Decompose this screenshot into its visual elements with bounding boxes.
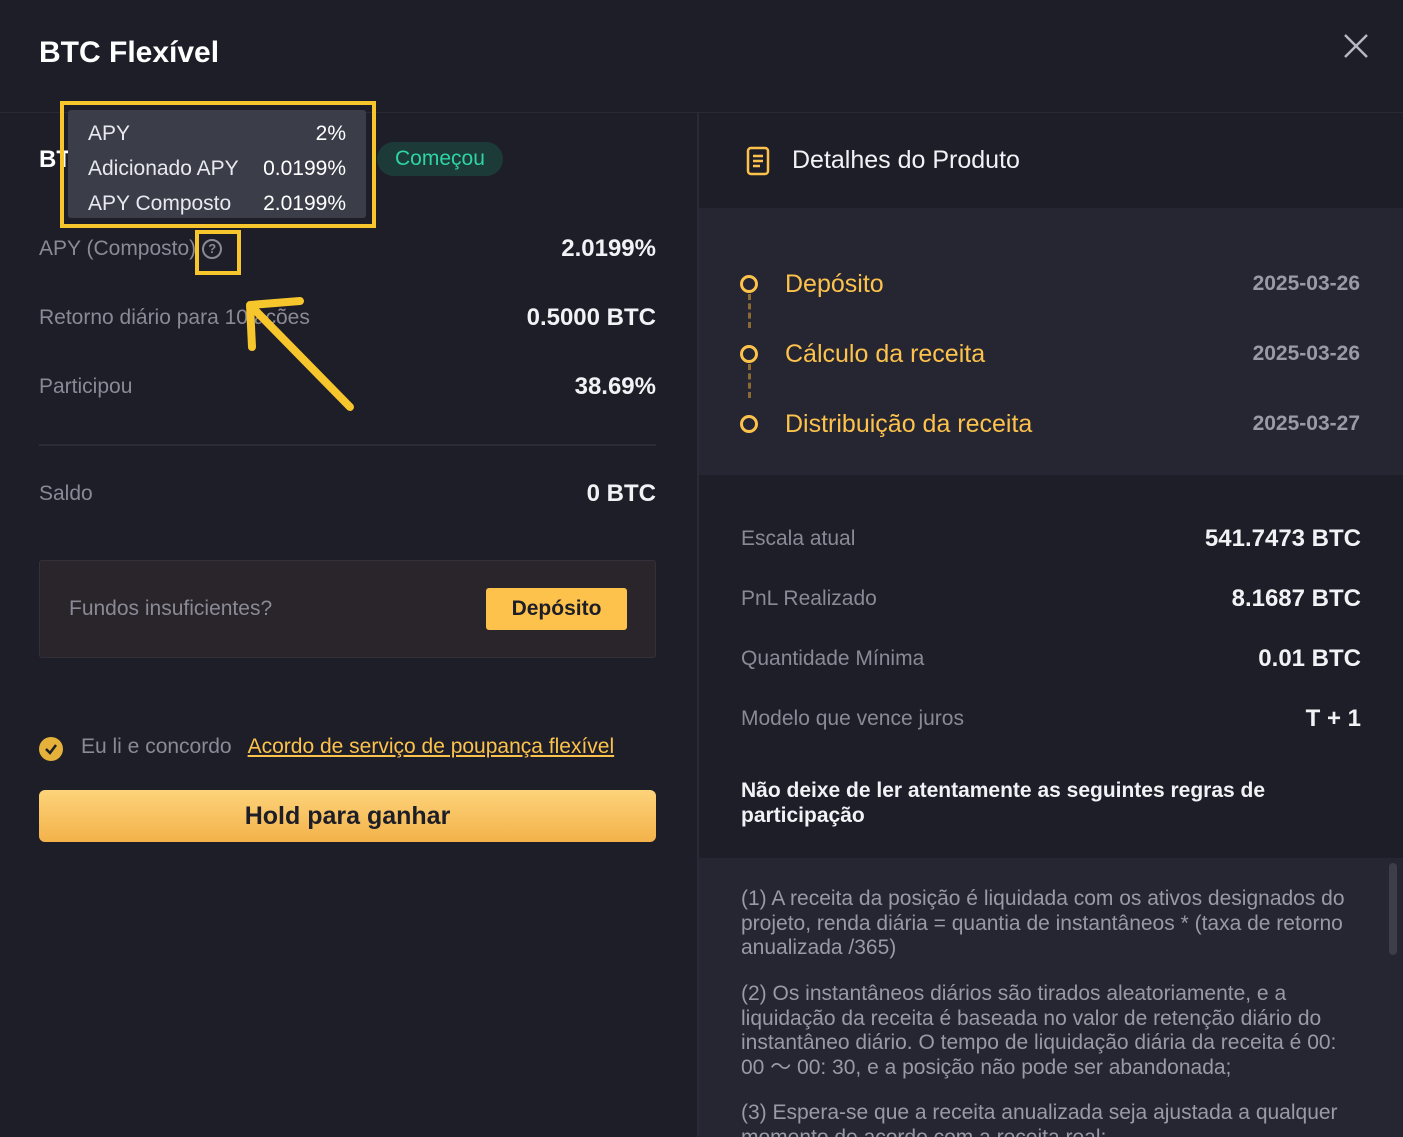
participated-value: 38.69% bbox=[574, 373, 656, 400]
timeline-item: Distribuição da receita 2025-03-27 bbox=[740, 406, 1360, 442]
deposit-button[interactable]: Depósito bbox=[486, 588, 627, 630]
close-icon[interactable] bbox=[1340, 30, 1372, 62]
agreement-text: Eu li e concordo bbox=[81, 735, 232, 758]
stats-value: 0.01 BTC bbox=[1258, 645, 1361, 672]
daily-return-row: Retorno diário para 10 ações 0.5000 BTC bbox=[39, 298, 656, 338]
stats-label: PnL Realizado bbox=[741, 587, 877, 610]
rule-item: (2) Os instantâneos diários são tirados … bbox=[741, 982, 1337, 1079]
participated-label: Participou bbox=[39, 375, 133, 398]
rule-item: (1) A receita da posição é liquidada com… bbox=[741, 887, 1345, 959]
tooltip-row: Adicionado APY 0.0199% bbox=[88, 151, 346, 186]
scrollbar[interactable] bbox=[1389, 863, 1397, 955]
tooltip-label: APY bbox=[88, 121, 131, 145]
help-icon[interactable]: ? bbox=[202, 239, 223, 259]
timeline-item: Depósito 2025-03-26 bbox=[740, 266, 1360, 302]
tooltip-value: 0.0199% bbox=[263, 156, 346, 180]
apy-label: APY (Composto) ? bbox=[39, 237, 223, 261]
daily-return-value: 0.5000 BTC bbox=[526, 304, 656, 331]
timeline-connector bbox=[748, 294, 751, 328]
tooltip-label: Adicionado APY bbox=[88, 156, 239, 180]
right-panel: Detalhes do Produto Depósito 2025-03-26 … bbox=[699, 113, 1403, 1137]
timeline-connector bbox=[748, 364, 751, 398]
daily-return-label: Retorno diário para 10 ações bbox=[39, 306, 310, 329]
timeline-dot-icon bbox=[740, 345, 758, 363]
timeline-item: Cálculo da receita 2025-03-26 bbox=[740, 336, 1360, 372]
section-divider bbox=[39, 444, 656, 446]
apy-label-text: APY (Composto) bbox=[39, 237, 197, 260]
tooltip-row: APY Composto 2.0199% bbox=[88, 186, 346, 221]
balance-row: Saldo 0 BTC bbox=[39, 474, 656, 514]
stats-value: T + 1 bbox=[1305, 705, 1361, 732]
timeline-date: 2025-03-26 bbox=[1252, 272, 1360, 295]
timeline-date: 2025-03-26 bbox=[1252, 342, 1360, 365]
checkbox-checked-icon[interactable] bbox=[39, 737, 63, 761]
timeline-dot-icon bbox=[740, 275, 758, 293]
stats-value: 541.7473 BTC bbox=[1204, 525, 1361, 552]
balance-value: 0 BTC bbox=[586, 480, 656, 507]
agreement-row: Eu li e concordo Acordo de serviço de po… bbox=[39, 730, 614, 764]
rules-heading: Não deixe de ler atentamente as seguinte… bbox=[741, 779, 1266, 827]
product-details-title: Detalhes do Produto bbox=[792, 146, 1020, 174]
stats-row-min-quantity: Quantidade Mínima 0.01 BTC bbox=[741, 639, 1361, 679]
participated-row: Participou 38.69% bbox=[39, 367, 656, 407]
timeline-label: Cálculo da receita bbox=[785, 339, 986, 368]
timeline-label: Distribuição da receita bbox=[785, 409, 1033, 438]
timeline-label: Depósito bbox=[785, 269, 884, 298]
tooltip-label: APY Composto bbox=[88, 191, 232, 215]
hold-to-earn-button[interactable]: Hold para ganhar bbox=[39, 790, 656, 842]
status-badge: Começou bbox=[377, 142, 503, 176]
rule-item: (3) Espera-se que a receita anualizada s… bbox=[741, 1101, 1338, 1137]
insufficient-funds-text: Fundos insuficientes? bbox=[69, 597, 273, 620]
balance-label: Saldo bbox=[39, 482, 93, 505]
stats-label: Escala atual bbox=[741, 527, 856, 550]
stats-label: Quantidade Mínima bbox=[741, 647, 925, 670]
stats-row-realized-pnl: PnL Realizado 8.1687 BTC bbox=[741, 579, 1361, 619]
coin-name: BT bbox=[39, 146, 71, 173]
agreement-link[interactable]: Acordo de serviço de poupança flexível bbox=[248, 735, 615, 759]
flexible-savings-modal: BTC Flexível BT Começou APY (Composto) ?… bbox=[0, 0, 1403, 1137]
coin-row: BT bbox=[39, 140, 71, 180]
tooltip-value: 2.0199% bbox=[263, 191, 346, 215]
stats-row-interest-model: Modelo que vence juros T + 1 bbox=[741, 699, 1361, 739]
timeline-date: 2025-03-27 bbox=[1252, 412, 1360, 435]
rules-scroll-area[interactable]: (1) A receita da posição é liquidada com… bbox=[699, 858, 1403, 1137]
apy-value: 2.0199% bbox=[561, 235, 656, 262]
stats-row-current-scale: Escala atual 541.7473 BTC bbox=[741, 519, 1361, 559]
product-details-header: Detalhes do Produto bbox=[699, 113, 1403, 208]
timeline: Depósito 2025-03-26 Cálculo da receita 2… bbox=[699, 208, 1403, 475]
document-icon bbox=[746, 146, 770, 176]
stats-value: 8.1687 BTC bbox=[1231, 585, 1361, 612]
tooltip-value: 2% bbox=[315, 121, 346, 145]
timeline-dot-icon bbox=[740, 415, 758, 433]
stats-label: Modelo que vence juros bbox=[741, 707, 964, 730]
tooltip-row: APY 2% bbox=[88, 116, 346, 151]
insufficient-funds-box: Fundos insuficientes? Depósito bbox=[39, 560, 656, 658]
apy-tooltip: APY 2% Adicionado APY 0.0199% APY Compos… bbox=[68, 110, 366, 218]
apy-row: APY (Composto) ? 2.0199% bbox=[39, 229, 656, 269]
modal-header: BTC Flexível bbox=[0, 0, 1403, 113]
modal-title: BTC Flexível bbox=[39, 36, 220, 69]
